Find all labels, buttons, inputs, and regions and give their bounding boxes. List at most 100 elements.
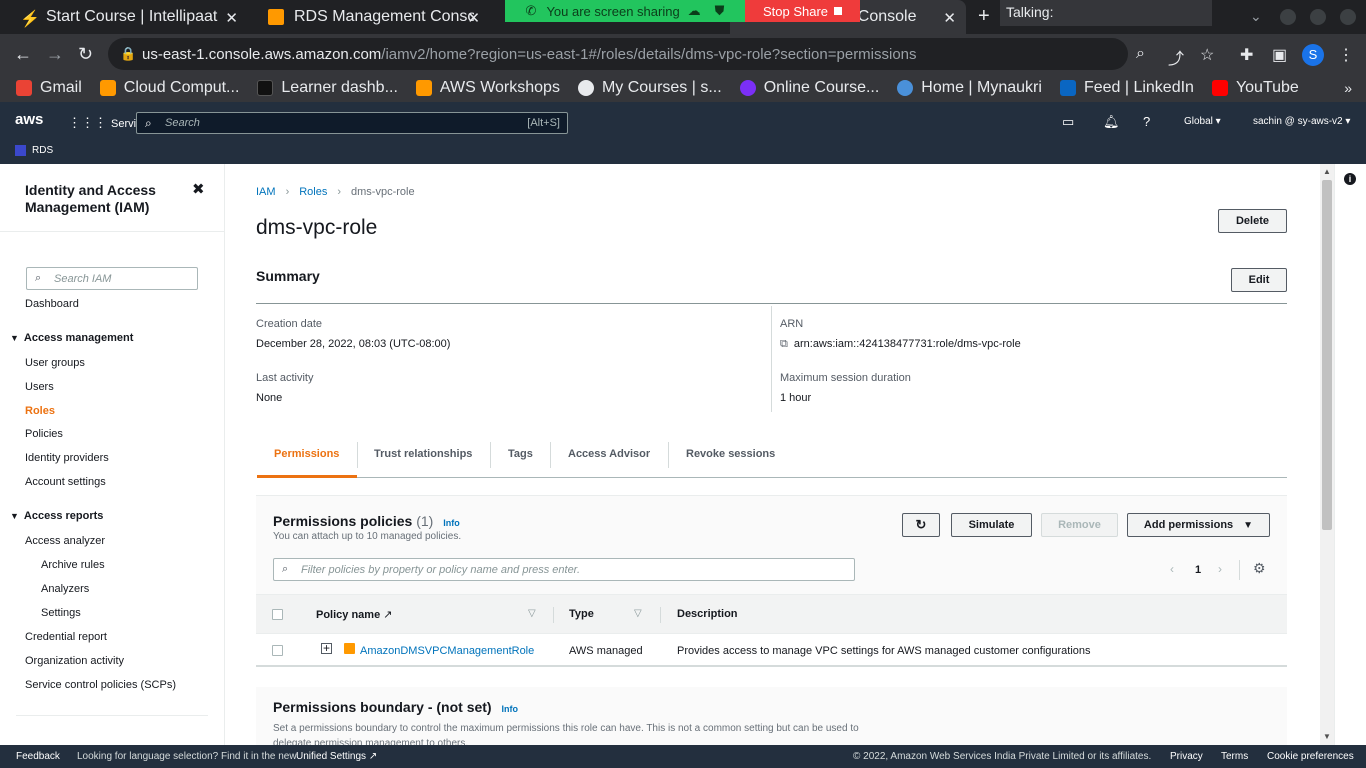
scrollbar-thumb[interactable]	[1322, 180, 1332, 530]
sidebar-item-organization-activity[interactable]: Organization activity	[25, 655, 124, 667]
page-number[interactable]: 1	[1195, 564, 1201, 576]
sidebar-item-policies[interactable]: Policies	[25, 428, 63, 440]
bell-icon[interactable]: 🔔︎	[1103, 114, 1120, 130]
region-selector[interactable]: Global ▾	[1184, 116, 1221, 127]
cloudshell-icon[interactable]: ▭	[1062, 114, 1074, 130]
bookmark-gmail[interactable]: Gmail	[16, 79, 82, 97]
sidebar-item-users[interactable]: Users	[25, 381, 54, 393]
gear-icon[interactable]: ⚙	[1253, 560, 1266, 577]
help-icon[interactable]: ?	[1143, 114, 1150, 129]
tab-permissions[interactable]: Permissions	[274, 448, 339, 460]
window-close-button[interactable]	[1340, 9, 1356, 25]
star-icon[interactable]: ☆	[1200, 45, 1214, 65]
favorite-rds[interactable]: RDS	[15, 145, 53, 156]
cookie-preferences-link[interactable]: Cookie preferences	[1267, 751, 1354, 762]
forward-arrow-icon[interactable]: →	[46, 44, 64, 65]
double-chevron-right-icon[interactable]: »	[1344, 80, 1352, 96]
tab-tags[interactable]: Tags	[508, 448, 533, 460]
scroll-down-icon[interactable]: ▼	[1323, 732, 1331, 741]
bookmark-learner-dashboard[interactable]: Learner dashb...	[257, 79, 398, 97]
next-page-icon[interactable]: ›	[1218, 562, 1222, 576]
simulate-button[interactable]: Simulate	[951, 513, 1032, 537]
refresh-button[interactable]: ↻	[902, 513, 940, 537]
sidebar-item-user-groups[interactable]: User groups	[25, 357, 85, 369]
policy-type: AWS managed	[569, 645, 643, 657]
sidebar-item-account-settings[interactable]: Account settings	[25, 476, 106, 488]
side-panel-icon[interactable]: ▣	[1272, 45, 1287, 65]
bookmark-naukri[interactable]: Home | Mynaukri	[897, 79, 1042, 97]
tab-trust-relationships[interactable]: Trust relationships	[374, 448, 472, 460]
main-scrollbar[interactable]: ▲ ▼	[1320, 164, 1334, 745]
terms-link[interactable]: Terms	[1221, 751, 1248, 762]
bookmark-aws-workshops[interactable]: AWS Workshops	[415, 79, 560, 97]
add-permissions-button[interactable]: Add permissions ▼	[1127, 513, 1270, 537]
copy-icon[interactable]: ⧉	[780, 338, 788, 350]
sidebar-item-credential-report[interactable]: Credential report	[25, 631, 107, 643]
bookmark-my-courses[interactable]: My Courses | s...	[577, 79, 722, 97]
search-icon: ⌕	[145, 116, 152, 130]
scroll-up-icon[interactable]: ▲	[1323, 167, 1331, 176]
sidebar-item-dashboard[interactable]: Dashboard	[25, 298, 79, 310]
remove-button[interactable]: Remove	[1041, 513, 1118, 537]
close-icon[interactable]: ✕	[943, 9, 956, 27]
back-arrow-icon[interactable]: ←	[14, 44, 32, 65]
feedback-link[interactable]: Feedback	[16, 751, 60, 762]
close-icon[interactable]: ✕	[467, 9, 480, 27]
tab-revoke-sessions[interactable]: Revoke sessions	[686, 448, 775, 460]
reload-icon[interactable]: ↻	[78, 44, 93, 65]
column-policy-name[interactable]: Policy name ↗	[316, 608, 392, 621]
url-field[interactable]: 🔒 us-east-1.console.aws.amazon.com/iamv2…	[108, 38, 1128, 70]
sidebar-item-analyzers[interactable]: Analyzers	[41, 583, 89, 595]
bookmark-youtube[interactable]: YouTube	[1211, 79, 1299, 97]
column-type[interactable]: Type	[569, 608, 594, 620]
sidebar-item-archive-rules[interactable]: Archive rules	[41, 559, 105, 571]
bookmark-linkedin[interactable]: Feed | LinkedIn	[1059, 79, 1194, 97]
edit-button[interactable]: Edit	[1231, 268, 1287, 292]
bookmark-cloud-computing[interactable]: Cloud Comput...	[99, 79, 239, 97]
stop-share-button[interactable]: Stop Share	[745, 0, 860, 22]
profile-avatar[interactable]: S	[1302, 44, 1324, 66]
zoom-icon[interactable]: ⌕	[1136, 45, 1145, 63]
close-icon[interactable]: ✖	[192, 180, 205, 198]
privacy-link[interactable]: Privacy	[1170, 751, 1203, 762]
info-icon[interactable]: i	[1344, 173, 1356, 185]
maximize-button[interactable]	[1310, 9, 1326, 25]
sidebar-section-access-reports[interactable]: ▼ Access reports	[10, 510, 103, 522]
chevron-down-icon[interactable]: ⌄	[1250, 8, 1262, 25]
sidebar-section-access-management[interactable]: ▼ Access management	[10, 332, 133, 344]
kebab-menu-icon[interactable]: ⋮	[1338, 45, 1354, 65]
sidebar-item-access-analyzer[interactable]: Access analyzer	[25, 535, 105, 547]
breadcrumb-iam[interactable]: IAM	[256, 186, 276, 198]
close-icon[interactable]: ✕	[225, 9, 238, 27]
expand-icon[interactable]: +	[321, 642, 332, 654]
aws-search-input[interactable]: ⌕ Search [Alt+S]	[136, 112, 568, 134]
breadcrumb-roles[interactable]: Roles	[299, 186, 327, 198]
info-link[interactable]: Info	[443, 518, 460, 528]
browser-tab-intellipaat[interactable]: ⚡ Start Course | Intellipaat ✕	[0, 0, 248, 34]
select-all-checkbox[interactable]	[272, 609, 283, 620]
sidebar-item-settings[interactable]: Settings	[41, 607, 81, 619]
sidebar-item-scps[interactable]: Service control policies (SCPs)	[25, 679, 176, 691]
share-icon[interactable]: ⤴	[1168, 45, 1184, 69]
search-iam-input[interactable]: ⌕ Search IAM	[26, 267, 198, 290]
sort-caret-icon[interactable]: ▽	[528, 608, 536, 619]
info-link[interactable]: Info	[501, 704, 518, 714]
policy-filter-input[interactable]: ⌕ Filter policies by property or policy …	[273, 558, 855, 581]
sidebar-item-identity-providers[interactable]: Identity providers	[25, 452, 109, 464]
sort-caret-icon[interactable]: ▽	[634, 608, 642, 619]
prev-page-icon[interactable]: ‹	[1170, 562, 1174, 576]
unified-settings-link[interactable]: Unified Settings ↗	[296, 751, 377, 762]
browser-tab-rds[interactable]: RDS Management Console ✕	[248, 0, 490, 34]
policy-name-link[interactable]: AmazonDMSVPCManagementRole	[360, 645, 534, 657]
minimize-button[interactable]	[1280, 9, 1296, 25]
aws-logo[interactable]: aws	[15, 111, 43, 128]
extensions-icon[interactable]: ✚	[1240, 45, 1253, 65]
account-menu[interactable]: sachin @ sy-aws-v2 ▾	[1253, 116, 1350, 127]
tab-access-advisor[interactable]: Access Advisor	[568, 448, 650, 460]
row-checkbox[interactable]	[272, 645, 283, 656]
new-tab-button[interactable]: +	[978, 5, 990, 28]
bookmark-online-courses[interactable]: Online Course...	[739, 79, 879, 97]
delete-button[interactable]: Delete	[1218, 209, 1287, 233]
sidebar-item-roles[interactable]: Roles	[25, 405, 55, 417]
role-tabs: Permissions Trust relationships Tags Acc…	[257, 436, 1287, 478]
